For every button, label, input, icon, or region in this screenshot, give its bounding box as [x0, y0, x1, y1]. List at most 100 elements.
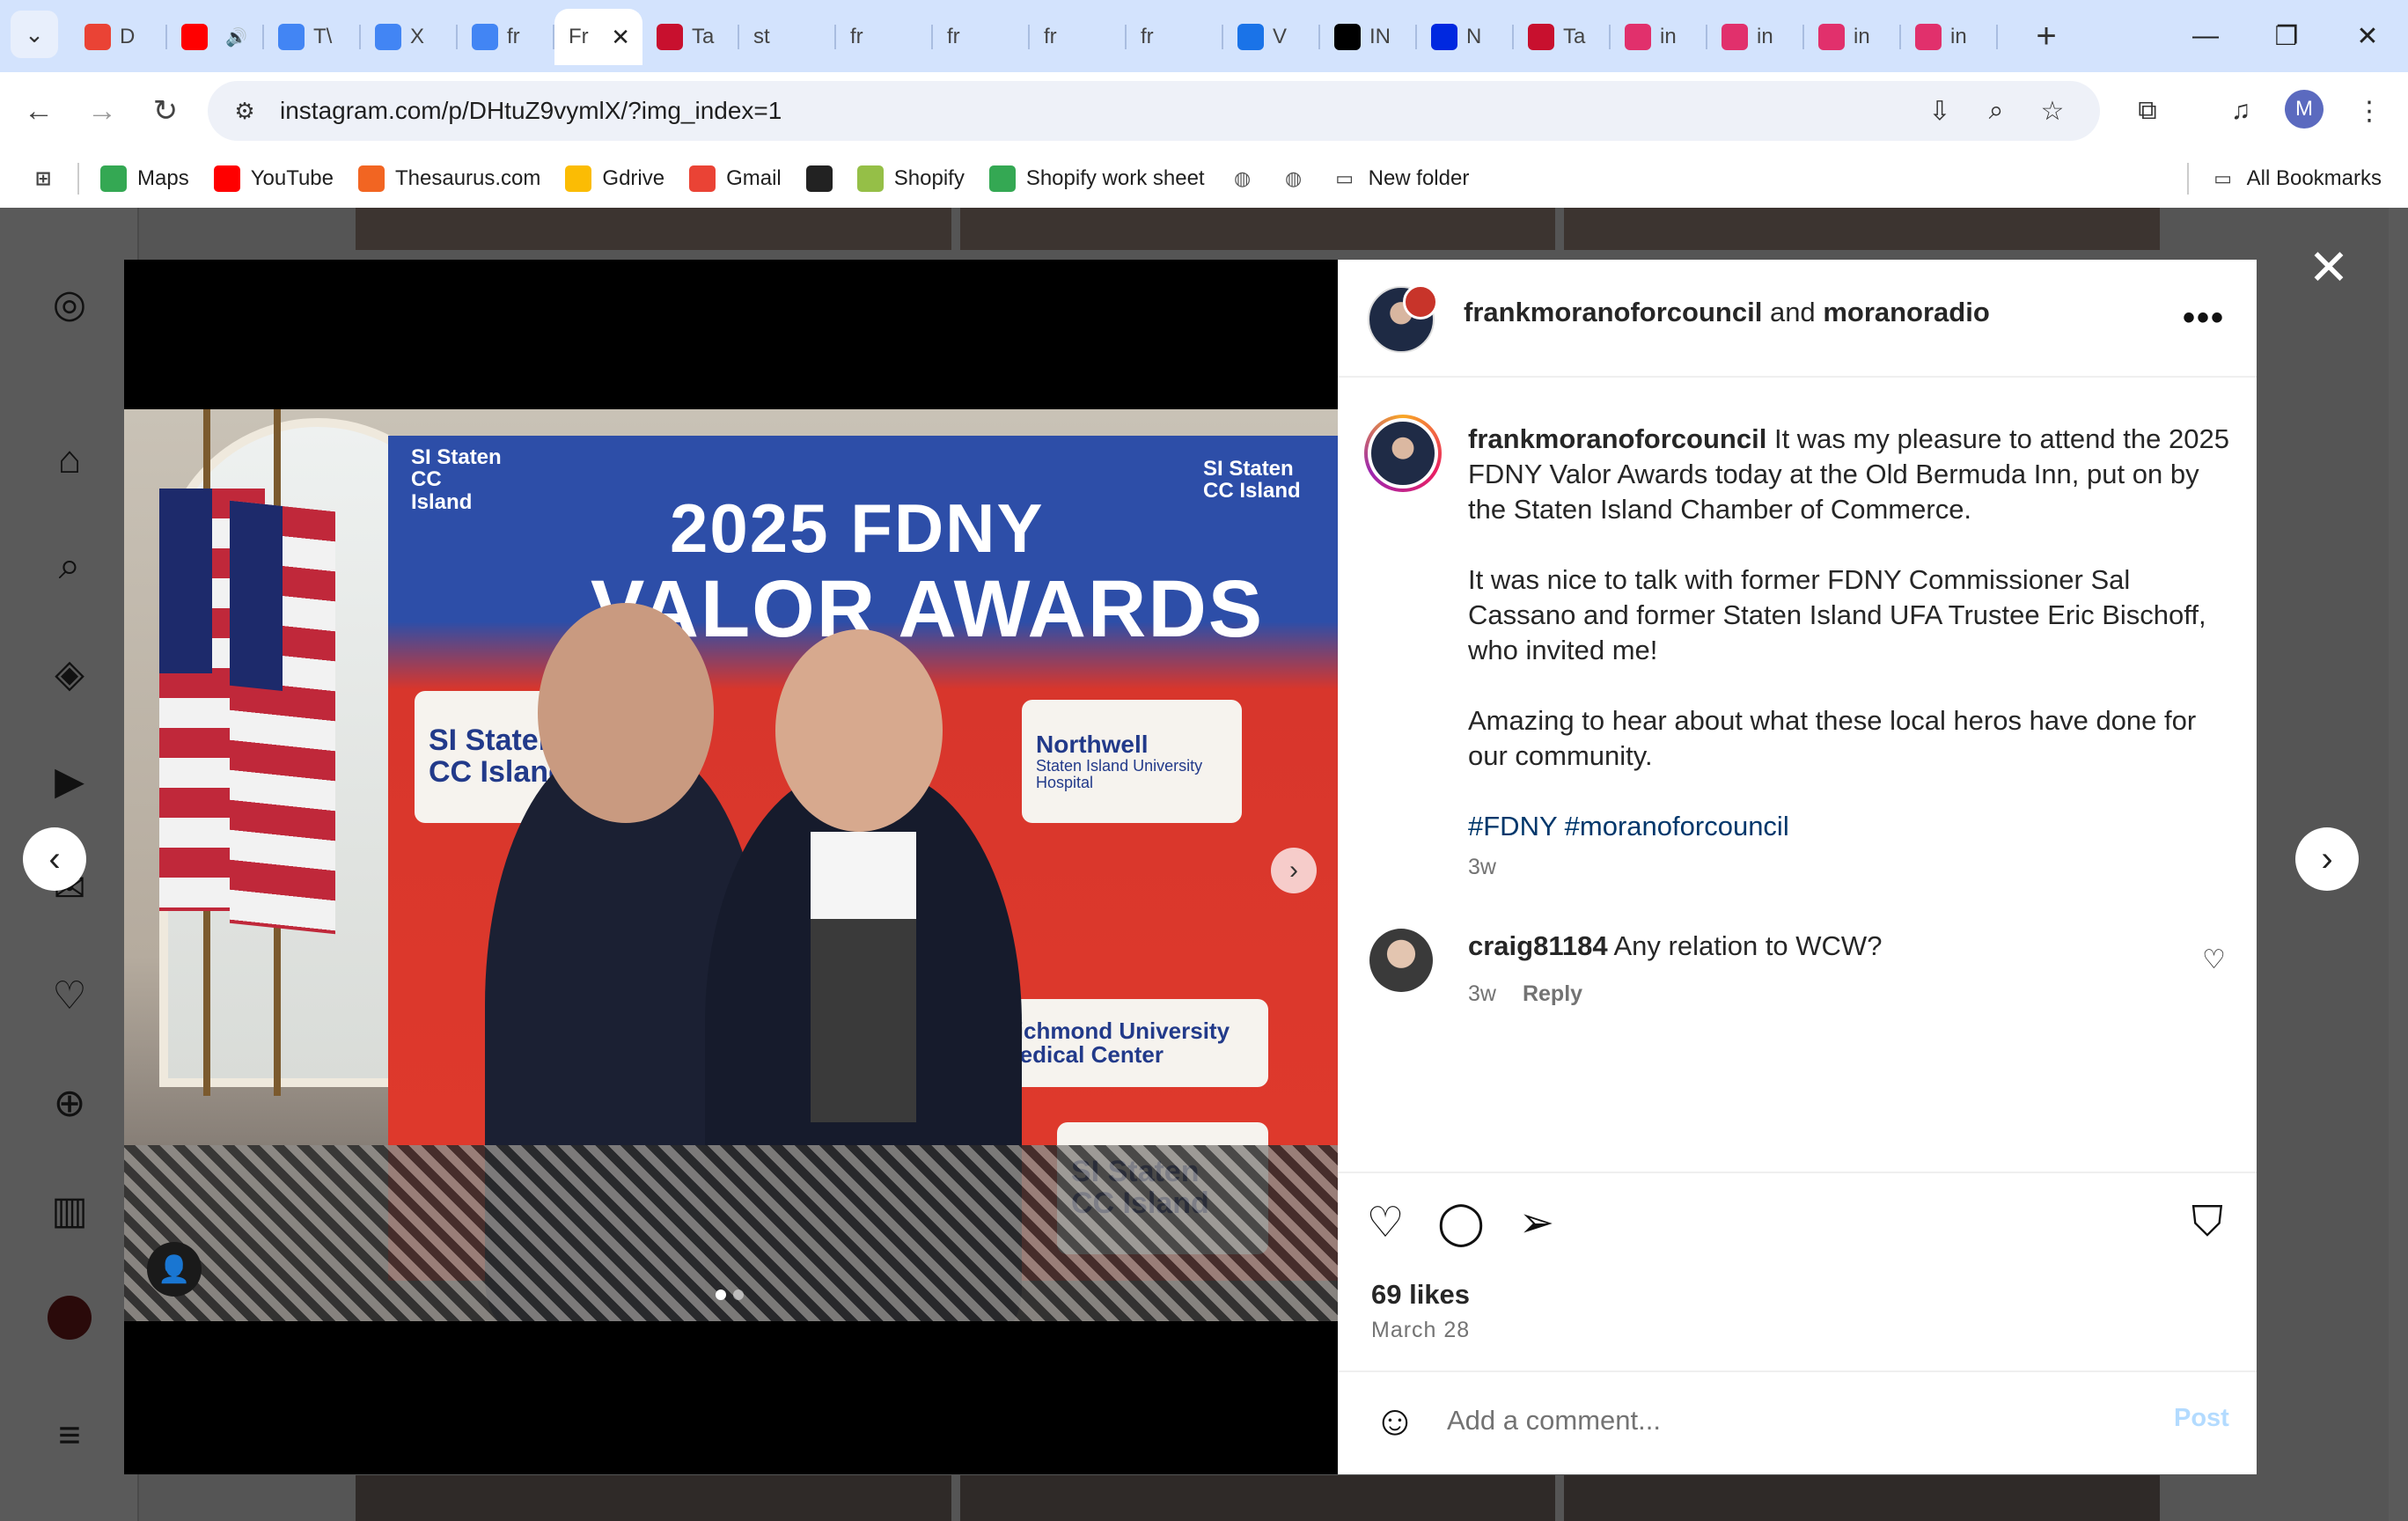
post-date[interactable]: March 28: [1371, 1318, 1470, 1343]
browser-tab[interactable]: fr: [836, 9, 933, 65]
browser-tab[interactable]: 🔊: [167, 9, 264, 65]
dashboard-icon[interactable]: ▥: [44, 1185, 95, 1236]
explore-icon[interactable]: ◈: [44, 648, 95, 699]
close-tab-icon[interactable]: ✕: [611, 24, 630, 51]
site-info-icon[interactable]: ⚙: [227, 93, 262, 129]
menu-icon[interactable]: ⋮: [2348, 90, 2390, 132]
notifications-heart-icon[interactable]: ♡: [44, 970, 95, 1021]
browser-tab[interactable]: Fr ✕: [554, 9, 642, 65]
apps-button[interactable]: ⊞: [0, 157, 69, 201]
url-text[interactable]: instagram.com/p/DHtuZ9vymlX/?img_index=1: [280, 97, 782, 125]
back-button[interactable]: ←: [18, 90, 60, 132]
gmail-icon: [84, 24, 111, 50]
media-controls-icon[interactable]: ♫: [2220, 90, 2262, 132]
tagged-people-button[interactable]: 👤: [147, 1242, 202, 1297]
more-options-icon[interactable]: •••: [2183, 298, 2225, 338]
browser-tab[interactable]: X: [361, 9, 458, 65]
browser-tab[interactable]: fr: [933, 9, 1030, 65]
author-link[interactable]: frankmoranoforcouncil: [1464, 297, 1762, 327]
commenter-link[interactable]: craig81184: [1468, 930, 1608, 961]
next-post-button[interactable]: ›: [2295, 827, 2359, 891]
comment-bubble-icon[interactable]: ◯: [1436, 1198, 1486, 1247]
save-bookmark-icon[interactable]: ⛉: [2183, 1198, 2232, 1247]
scrollbar[interactable]: [2389, 208, 2408, 1521]
reload-button[interactable]: ↻: [144, 90, 187, 132]
bookmark-item[interactable]: ▭ New folder: [1319, 157, 1482, 201]
browser-tab[interactable]: V: [1223, 9, 1320, 65]
bookmark-item[interactable]: Gmail: [677, 157, 794, 201]
tab-search-button[interactable]: ⌄: [11, 11, 58, 58]
bookmark-star-icon[interactable]: ☆: [2033, 92, 2072, 130]
close-icon: ✕: [2308, 239, 2350, 295]
browser-tab[interactable]: N: [1417, 9, 1514, 65]
browser-tab[interactable]: Ta: [1514, 9, 1611, 65]
caption-timestamp[interactable]: 3w: [1468, 855, 1496, 880]
close-window-button[interactable]: ✕: [2327, 0, 2408, 72]
browser-tab[interactable]: Ta: [642, 9, 739, 65]
emoji-picker-icon[interactable]: ☺: [1369, 1395, 1421, 1446]
browser-tab[interactable]: in: [1804, 9, 1901, 65]
like-heart-icon[interactable]: ♡: [1361, 1198, 1410, 1247]
forward-button[interactable]: →: [81, 90, 123, 132]
browser-tab[interactable]: fr: [1127, 9, 1223, 65]
bookmark-item[interactable]: Maps: [88, 157, 202, 201]
reels-icon[interactable]: ▶: [44, 755, 95, 806]
browser-tab[interactable]: D: [70, 9, 167, 65]
coauthor-avatar[interactable]: [1403, 284, 1438, 320]
more-menu-icon[interactable]: ≡: [44, 1410, 95, 1461]
bookmark-item[interactable]: [794, 157, 845, 201]
browser-tab[interactable]: fr: [458, 9, 554, 65]
restore-button[interactable]: ❐: [2246, 0, 2327, 72]
browser-tab[interactable]: T\: [264, 9, 361, 65]
share-send-icon[interactable]: ➢: [1512, 1198, 1561, 1247]
new-tab-button[interactable]: +: [2024, 14, 2068, 58]
reload-icon: ↻: [152, 94, 179, 128]
bookmark-item[interactable]: ◍: [1217, 157, 1268, 201]
comment-timestamp[interactable]: 3w: [1468, 981, 1496, 1007]
commenter-avatar[interactable]: [1369, 929, 1433, 992]
person-left-head: [538, 603, 714, 823]
profile-avatar[interactable]: M: [2285, 90, 2324, 129]
post-photo: SI Staten CC Island SI Staten CC Island SI…: [124, 409, 1338, 1321]
extensions-icon[interactable]: ⧉: [2126, 90, 2169, 132]
bookmark-item[interactable]: ◍: [1268, 157, 1319, 201]
minimize-button[interactable]: —: [2165, 0, 2246, 72]
install-app-icon[interactable]: ⇩: [1920, 92, 1959, 130]
comment-reply-button[interactable]: Reply: [1523, 981, 1582, 1007]
instagram-logo-icon[interactable]: ◎: [44, 278, 95, 329]
comment-like-heart-icon[interactable]: ♡: [2202, 944, 2226, 975]
home-icon[interactable]: ⌂: [44, 435, 95, 486]
browser-tab[interactable]: st: [739, 9, 836, 65]
likes-count[interactable]: 69 likes: [1371, 1279, 1470, 1311]
caption-hashtags[interactable]: #FDNY #moranoforcouncil: [1468, 809, 2234, 844]
audio-playing-icon[interactable]: 🔊: [225, 26, 247, 48]
browser-tab[interactable]: fr: [1030, 9, 1127, 65]
browser-tab[interactable]: in: [1707, 9, 1804, 65]
caption-author-link[interactable]: frankmoranoforcouncil: [1468, 423, 1766, 454]
tab-title: st: [753, 25, 770, 48]
profile-avatar-icon[interactable]: [44, 1292, 95, 1343]
all-bookmarks-button[interactable]: ▭ All Bookmarks: [2198, 157, 2408, 201]
caption-author-avatar[interactable]: [1364, 415, 1442, 492]
zoom-icon[interactable]: ⌕: [1977, 92, 2015, 130]
browser-tab[interactable]: in: [1901, 9, 1998, 65]
post-comment-button[interactable]: Post: [2174, 1404, 2229, 1433]
bookmark-item[interactable]: Gdrive: [553, 157, 677, 201]
add-comment-input[interactable]: [1447, 1399, 2133, 1443]
coauthor-link[interactable]: moranoradio: [1823, 297, 1989, 327]
bookmark-item[interactable]: Shopify: [845, 157, 977, 201]
browser-tab[interactable]: in: [1611, 9, 1707, 65]
bbc-icon: [805, 165, 833, 192]
bookmarks-bar: ⊞ Maps YouTube Thesaurus.com Gdrive Gmail Sho…: [0, 150, 2408, 208]
bookmark-item[interactable]: Thesaurus.com: [346, 157, 553, 201]
create-icon[interactable]: ⊕: [44, 1077, 95, 1128]
instagram-icon: [1818, 24, 1845, 50]
search-icon[interactable]: ⌕: [44, 540, 95, 592]
bookmark-item[interactable]: YouTube: [202, 157, 346, 201]
carousel-next-button[interactable]: ›: [1271, 848, 1317, 893]
browser-tab[interactable]: IN: [1320, 9, 1417, 65]
previous-post-button[interactable]: ‹: [23, 827, 86, 891]
address-bar[interactable]: ⚙ instagram.com/p/DHtuZ9vymlX/?img_index…: [208, 81, 2100, 141]
close-post-button[interactable]: ✕: [2302, 239, 2355, 295]
bookmark-item[interactable]: Shopify work sheet: [977, 157, 1217, 201]
